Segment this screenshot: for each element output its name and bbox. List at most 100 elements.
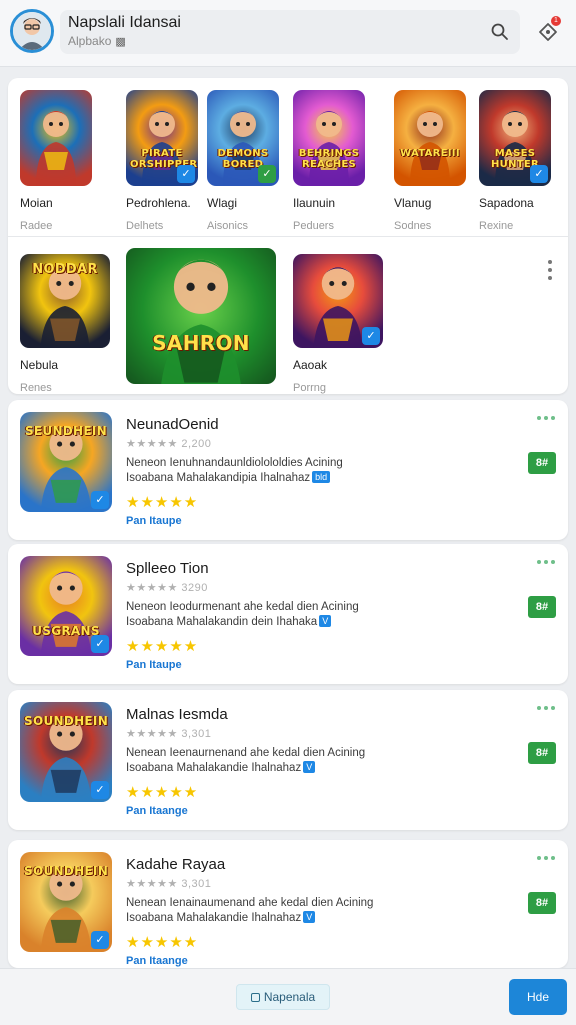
more-options-icon[interactable] bbox=[544, 258, 556, 282]
app-icon: ✓ bbox=[293, 254, 383, 348]
app-list-card[interactable]: USGRANS ✓ Splleeo Tion ★★★★★ 3290 Neneon Ieo… bbox=[8, 544, 568, 684]
inline-badge: V bbox=[303, 761, 316, 773]
app-icon-title: SOUNDHEIN bbox=[24, 714, 109, 728]
app-category: Delhets bbox=[126, 220, 164, 232]
description-line: Nenean Ienainaumenand ahe kedal dien Aci… bbox=[126, 897, 374, 909]
app-icon: MASES HUNTER ✓ bbox=[479, 90, 551, 186]
app-list-card[interactable]: SOUNDHEIN ✓ Malnas Iesmda ★★★★★ 3,301 Nenean… bbox=[8, 690, 568, 830]
character-illustration bbox=[410, 111, 450, 186]
primary-action-button[interactable]: Hde bbox=[509, 979, 567, 1015]
verified-icon: ✓ bbox=[530, 165, 548, 183]
banner-image: SAHRON bbox=[126, 248, 276, 384]
description-line: Isoabana Mahalakandin dein Ihahaka V bbox=[126, 615, 396, 630]
description-line: Nenean Ieenaurnenand ahe kedal dien Acin… bbox=[126, 747, 366, 759]
more-options-icon[interactable] bbox=[536, 704, 556, 712]
star-rating: ★★★★★ bbox=[126, 638, 199, 655]
app-icon-title: BEHRINGS REACHES bbox=[298, 148, 360, 170]
app-category: Rexine bbox=[479, 220, 514, 232]
verified-green-icon: ✓ bbox=[258, 165, 276, 183]
app-icon: SEUNDHEIN ✓ bbox=[20, 412, 112, 512]
app-category: Radee bbox=[20, 220, 53, 232]
details-link[interactable]: Pan Itaange bbox=[126, 805, 188, 817]
app-tile[interactable]: MASES HUNTER ✓ Sapadona Rexine bbox=[479, 90, 559, 232]
description-line: Isoabana Mahalakandie Ihalnahaz V bbox=[126, 911, 396, 926]
app-tile[interactable]: DEMONS BORED ✓ Wlagi Aisonics bbox=[207, 90, 287, 232]
lock-icon: ▩ bbox=[115, 36, 126, 48]
description-line: Neneon Ienuhnandaunldiolololdies Acining bbox=[126, 457, 343, 469]
character-illustration bbox=[161, 259, 241, 384]
app-tile[interactable]: WATAREIII Vlanug Sodnes bbox=[394, 90, 474, 232]
rating-count: ★★★★★ 3290 bbox=[126, 582, 208, 594]
search-icon[interactable] bbox=[490, 22, 510, 42]
search-field[interactable]: Napslali Idansai Alpbako ▩ bbox=[60, 10, 520, 54]
description-line: Isoabana Mahalakandipia Ihalnahaz bld bbox=[126, 471, 396, 486]
app-tile[interactable]: Moian Radee bbox=[20, 90, 100, 232]
app-category: Peduers bbox=[293, 220, 334, 232]
app-description: Nenean Ienainaumenand ahe kedal dien Aci… bbox=[126, 896, 396, 926]
details-link[interactable]: Pan Itaupe bbox=[126, 659, 182, 671]
more-options-icon[interactable] bbox=[536, 854, 556, 862]
rating-count: ★★★★★ 2,200 bbox=[126, 438, 212, 450]
app-icon: SOUNDHEIN ✓ bbox=[20, 852, 112, 952]
description-text: Isoabana Mahalakandie Ihalnahaz bbox=[126, 912, 302, 924]
avatar-image bbox=[13, 12, 51, 50]
app-icon-title: SAHRON bbox=[152, 331, 250, 355]
app-tile[interactable]: PIRATE ORSHIPPER ✓ Pedrohlena. Delhets bbox=[126, 90, 206, 232]
search-title: Napslali Idansai bbox=[68, 14, 181, 31]
app-tile[interactable]: ✓ Aaoak Porrng bbox=[293, 254, 383, 394]
app-icon-title: SEUNDHEIN bbox=[24, 424, 108, 438]
bottom-chip-button[interactable]: Napenala bbox=[236, 984, 330, 1010]
app-tile[interactable]: NODDAR Nebula Renes bbox=[20, 254, 110, 394]
verified-icon: ✓ bbox=[177, 165, 195, 183]
app-category: Renes bbox=[20, 382, 52, 394]
app-icon: USGRANS ✓ bbox=[20, 556, 112, 656]
app-list-card[interactable]: SEUNDHEIN ✓ NeunadOenid ★★★★★ 2,200 Neneon I… bbox=[8, 400, 568, 540]
featured-apps-grid: Moian Radee PIRATE ORSHIPPER ✓ Pedrohlena. De… bbox=[8, 78, 568, 394]
get-button[interactable]: 8# bbox=[528, 596, 556, 618]
app-icon-title: WATAREIII bbox=[400, 148, 460, 159]
app-category: Sodnes bbox=[394, 220, 432, 232]
app-category: Aisonics bbox=[207, 220, 248, 232]
app-name: Moian bbox=[20, 196, 53, 210]
app-name: Aaoak bbox=[293, 358, 328, 372]
more-options-icon[interactable] bbox=[536, 414, 556, 422]
top-bar: Napslali Idansai Alpbako ▩ 1 bbox=[0, 0, 576, 67]
details-link[interactable]: Pan Itaange bbox=[126, 955, 188, 967]
app-list-card[interactable]: SOUNDHEIN ✓ Kadahe Rayaa ★★★★★ 3,301 Nenean … bbox=[8, 840, 568, 968]
avatar[interactable] bbox=[10, 9, 54, 53]
verified-icon: ✓ bbox=[91, 781, 109, 799]
description-line: Isoabana Mahalakandie Ihalnahaz V bbox=[126, 761, 396, 776]
inline-badge: bld bbox=[312, 471, 331, 483]
app-description: Neneon Ieodurmenant ahe kedal dien Acini… bbox=[126, 600, 396, 630]
star-rating: ★★★★★ bbox=[126, 494, 199, 511]
verified-icon: ✓ bbox=[362, 327, 380, 345]
app-name: Pedrohlena. bbox=[126, 196, 191, 210]
grid-divider bbox=[8, 236, 568, 237]
app-title: NeunadOenid bbox=[126, 416, 219, 433]
description-text: Isoabana Mahalakandipia Ihalnahaz bbox=[126, 472, 311, 484]
app-name: Ilaunuin bbox=[293, 196, 336, 210]
bottom-chip-label: Napenala bbox=[263, 990, 316, 1004]
app-icon: WATAREIII bbox=[394, 90, 466, 186]
get-button[interactable]: 8# bbox=[528, 742, 556, 764]
get-button[interactable]: 8# bbox=[528, 452, 556, 474]
app-title: Malnas Iesmda bbox=[126, 706, 228, 723]
description-text: Isoabana Mahalakandin dein Ihahaka bbox=[126, 616, 318, 628]
featured-banner[interactable]: SAHRON bbox=[126, 248, 278, 384]
app-icon: SOUNDHEIN ✓ bbox=[20, 702, 112, 802]
search-subtitle-text: Alpbako bbox=[68, 34, 112, 48]
app-description: Neneon Ienuhnandaunldiolololdies Acining… bbox=[126, 456, 396, 486]
app-icon: PIRATE ORSHIPPER ✓ bbox=[126, 90, 198, 186]
more-options-icon[interactable] bbox=[536, 558, 556, 566]
star-rating: ★★★★★ bbox=[126, 934, 199, 951]
app-icon: NODDAR bbox=[20, 254, 110, 348]
inline-badge: V bbox=[319, 615, 332, 627]
app-title: Splleeo Tion bbox=[126, 560, 209, 577]
details-link[interactable]: Pan Itaupe bbox=[126, 515, 182, 527]
app-tile[interactable]: BEHRINGS REACHES Ilaunuin Peduers bbox=[293, 90, 373, 232]
get-button[interactable]: 8# bbox=[528, 892, 556, 914]
app-icon-title: NODDAR bbox=[32, 262, 98, 277]
search-subtitle: Alpbako ▩ bbox=[68, 34, 126, 48]
app-name: Vlanug bbox=[394, 196, 432, 210]
app-icon: BEHRINGS REACHES bbox=[293, 90, 365, 186]
